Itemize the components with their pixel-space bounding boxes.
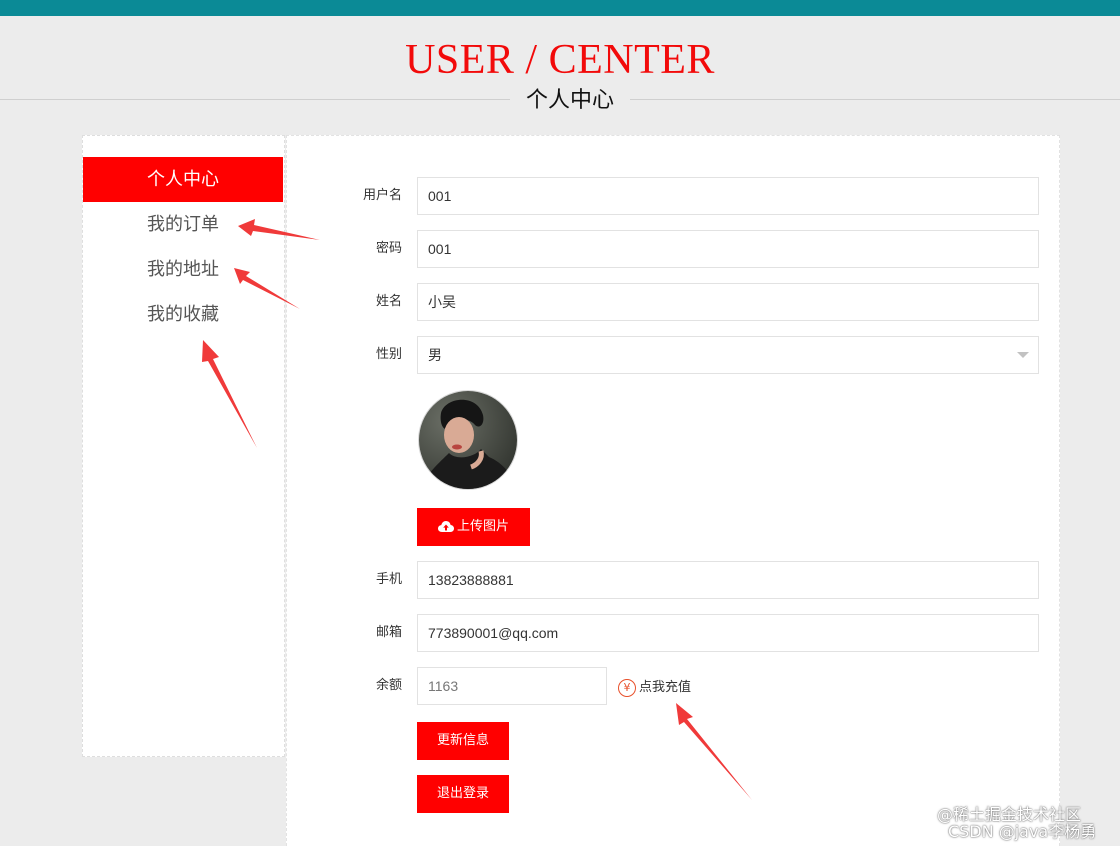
page-subtitle: 个人中心 bbox=[510, 86, 630, 116]
gender-select[interactable]: 男 bbox=[417, 336, 1039, 374]
upload-button[interactable]: 上传图片 bbox=[417, 508, 530, 546]
recharge-label: 点我充值 bbox=[639, 679, 692, 695]
sidebar-item-orders[interactable]: 我的订单 bbox=[83, 202, 283, 247]
page-title: USER / CENTER bbox=[405, 37, 715, 83]
sidebar-item-address[interactable]: 我的地址 bbox=[83, 247, 283, 292]
email-input[interactable] bbox=[417, 614, 1039, 652]
upload-label: 上传图片 bbox=[456, 519, 509, 534]
caret-down-icon bbox=[1017, 352, 1029, 358]
name-label: 姓名 bbox=[375, 294, 402, 309]
gender-label: 性别 bbox=[375, 347, 402, 362]
username-input[interactable] bbox=[417, 177, 1039, 215]
update-info-button[interactable]: 更新信息 bbox=[417, 722, 509, 760]
email-label: 邮箱 bbox=[375, 625, 402, 640]
sidebar: 个人中心 我的订单 我的地址 我的收藏 bbox=[82, 135, 285, 757]
recharge-link[interactable]: ¥ 点我充值 bbox=[618, 676, 691, 698]
watermark-line-2: CSDN @java李杨勇 bbox=[948, 822, 1097, 841]
password-input[interactable] bbox=[417, 230, 1039, 268]
sidebar-item-profile[interactable]: 个人中心 bbox=[83, 157, 283, 202]
username-label: 用户名 bbox=[362, 188, 402, 203]
top-accent-bar bbox=[0, 0, 1120, 16]
password-label: 密码 bbox=[375, 241, 402, 256]
logout-button[interactable]: 退出登录 bbox=[417, 775, 509, 813]
cloud-upload-icon bbox=[437, 521, 454, 532]
phone-label: 手机 bbox=[375, 572, 402, 587]
yen-icon: ¥ bbox=[618, 678, 636, 697]
phone-input[interactable] bbox=[417, 561, 1039, 599]
name-input[interactable] bbox=[417, 283, 1039, 321]
balance-input bbox=[417, 667, 607, 705]
avatar bbox=[418, 390, 518, 490]
sidebar-item-favorites[interactable]: 我的收藏 bbox=[83, 292, 283, 337]
balance-label: 余额 bbox=[375, 678, 402, 693]
